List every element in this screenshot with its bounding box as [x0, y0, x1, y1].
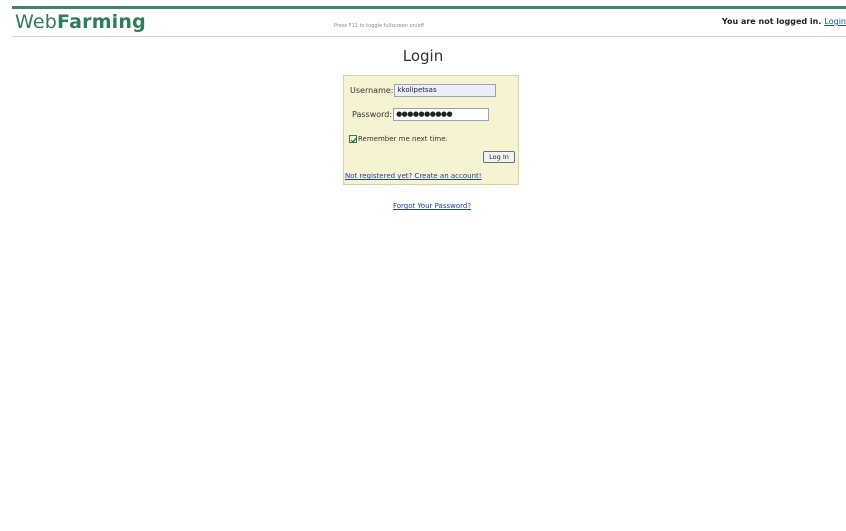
username-input[interactable]: kkolipetsas	[394, 84, 497, 97]
auth-status: You are not logged in. Login	[722, 17, 846, 26]
fullscreen-hint: Press F11 to toggle fullscreen on/off	[334, 23, 424, 29]
password-label: Password:	[352, 110, 393, 119]
site-logo[interactable]: WebFarming	[15, 11, 146, 33]
remember-me-row: Remember me next time.	[349, 135, 448, 143]
page: WebFarming Press F11 to toggle fullscree…	[0, 0, 846, 531]
create-account-link[interactable]: Not registered yet? Create an account!	[345, 172, 482, 180]
log-in-button[interactable]: Log In	[483, 151, 515, 163]
username-label: Username:	[350, 86, 394, 95]
logo-text-web: Web	[15, 11, 58, 33]
checkmark-icon	[350, 137, 358, 143]
login-form: Username: kkolipetsas Password: ●●●●●●●●●●…	[343, 75, 519, 185]
forgot-password-link[interactable]: Forgot Your Password?	[0, 202, 846, 210]
logo-text-farming: Farming	[57, 11, 146, 33]
header-login-link[interactable]: Login	[824, 17, 846, 26]
header: WebFarming Press F11 to toggle fullscree…	[12, 9, 846, 37]
page-title: Login	[402, 47, 444, 65]
password-row: Password: ●●●●●●●●●●	[352, 108, 490, 121]
remember-me-checkbox[interactable]	[349, 135, 358, 143]
auth-status-text: You are not logged in.	[721, 17, 822, 26]
username-row: Username: kkolipetsas	[350, 84, 497, 97]
password-input[interactable]: ●●●●●●●●●●	[393, 108, 490, 121]
remember-me-label: Remember me next time.	[358, 135, 448, 143]
